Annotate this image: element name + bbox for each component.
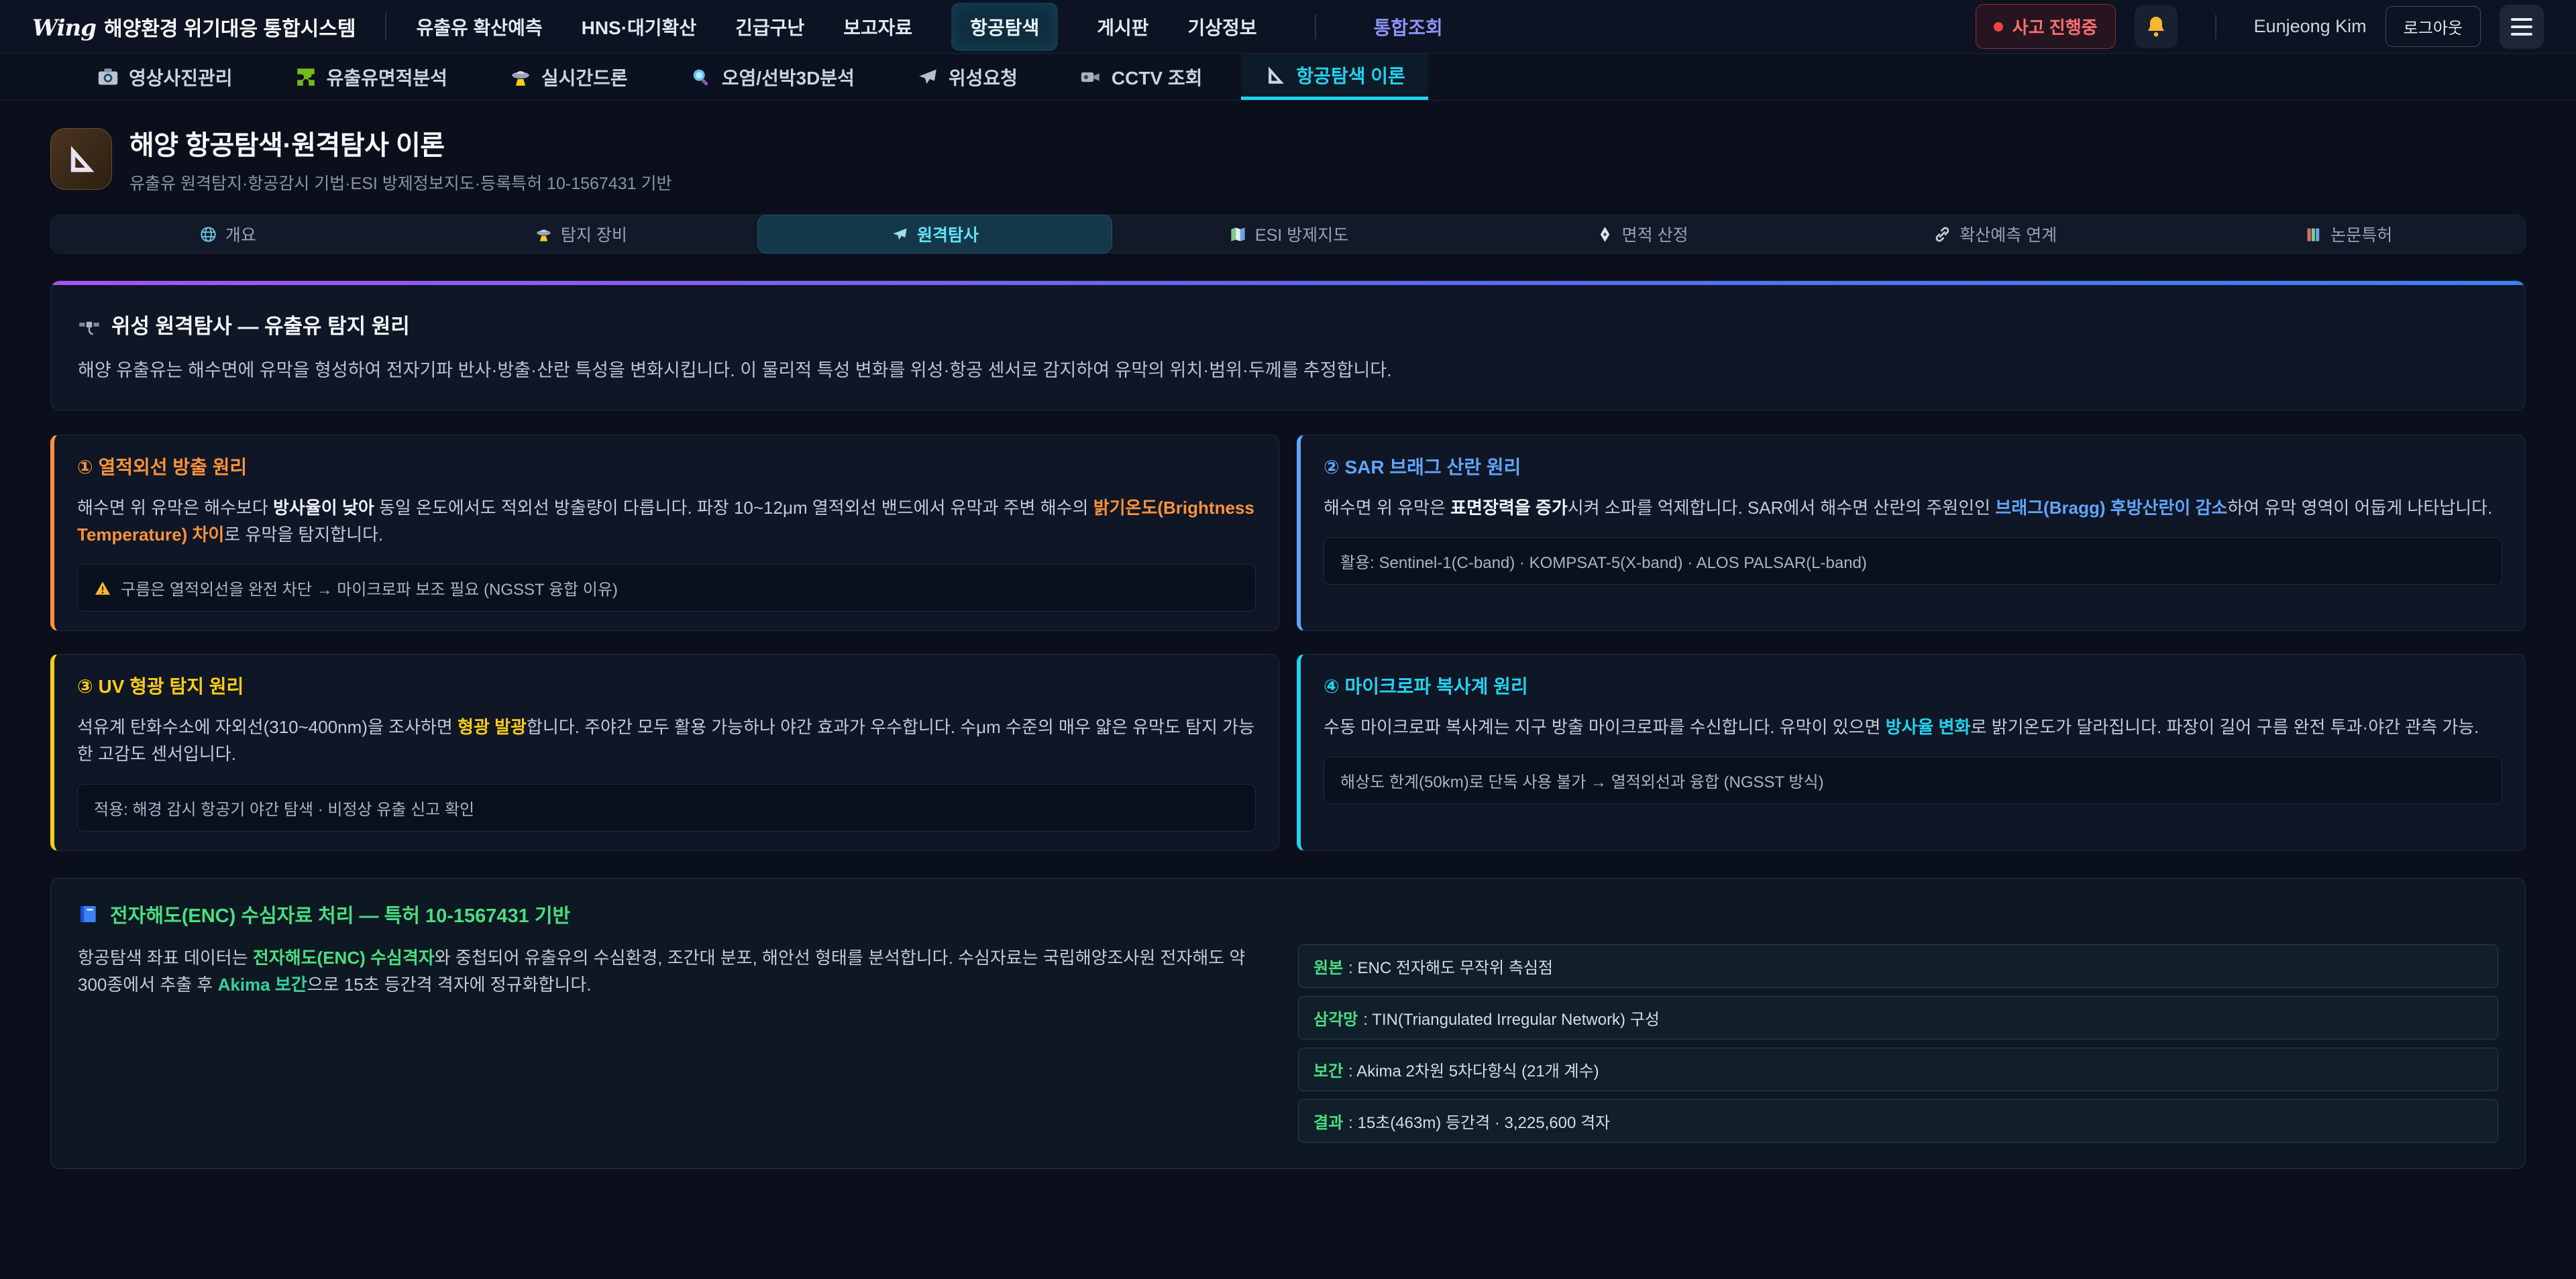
theory-tabs: 개요 탐지 장비 원격탐사 ESI 방제지도 면적 산정 확산예측 연계 논문특… — [50, 215, 2526, 254]
header-divider — [385, 13, 386, 41]
card-body: 해수면 위 유막은 표면장력을 증가시켜 소파를 억제합니다. SAR에서 해수… — [1324, 494, 2502, 521]
main-nav: 유출유 확산예측 HNS·대기확산 긴급구난 보고자료 항공탐색 게시판 기상정… — [416, 3, 1442, 51]
card-body: 석유계 탄화수소에 자외선(310~400nm)을 조사하면 형광 발광합니다.… — [77, 714, 1256, 768]
nav-item-integrated-search[interactable]: 통합조회 — [1374, 13, 1443, 40]
book-icon — [78, 903, 99, 925]
incident-badge-label: 사고 진행중 — [2012, 14, 2098, 39]
user-name: Eunjeong Kim — [2254, 16, 2367, 37]
card-body: 수동 마이크로파 복사계는 지구 방출 마이크로파를 수신합니다. 유막이 있으… — [1324, 714, 2502, 740]
notifications-button[interactable] — [2135, 5, 2178, 48]
enc-step-source: 원본: ENC 전자해도 무작위 측심점 — [1298, 944, 2498, 988]
card-note: 적용: 해경 감시 항공기 야간 탐색 · 비정상 유출 신고 확인 — [77, 784, 1256, 832]
card-body: 해수면 위 유막은 해수보다 방사율이 낮아 동일 온도에서도 적외선 방출량이… — [77, 494, 1256, 549]
enc-title-row: 전자해도(ENC) 수심자료 처리 — 특허 10-1567431 기반 — [78, 900, 2498, 928]
page-title-icon-box — [50, 128, 112, 190]
menu-button[interactable] — [2500, 5, 2544, 49]
principle-cards: ① 열적외선 방출 원리 해수면 위 유막은 해수보다 방사율이 낮아 동일 온… — [50, 435, 2526, 851]
nav-item-weather[interactable]: 기상정보 — [1188, 13, 1257, 40]
set-square-icon — [1264, 64, 1287, 87]
subnav-item-aerial-theory[interactable]: 항공탐색 이론 — [1241, 54, 1428, 100]
card-microwave-radiometer: ④ 마이크로파 복사계 원리 수동 마이크로파 복사계는 지구 방출 마이크로파… — [1297, 654, 2526, 851]
enc-description: 항공탐색 좌표 데이터는 전자해도(ENC) 수심격자와 중첩되어 유출유의 수… — [78, 944, 1278, 999]
magnifier-icon — [690, 66, 712, 89]
section-description: 해양 유출유는 해수면에 유막을 형성하여 전자기파 반사·방출·산란 특성을 … — [78, 357, 2498, 384]
header-divider-2 — [2215, 15, 2216, 39]
card-note: 활용: Sentinel-1(C-band) · KOMPSAT-5(X-ban… — [1324, 537, 2502, 585]
camera-icon — [97, 66, 119, 89]
enc-steps-list: 원본: ENC 전자해도 무작위 측심점 삼각망: TIN(Triangulat… — [1298, 944, 2498, 1143]
tab-remote-sensing[interactable]: 원격탐사 — [757, 215, 1112, 254]
pen-icon — [1596, 225, 1614, 243]
card-title: ② SAR 브래그 산란 원리 — [1324, 453, 2502, 480]
tab-papers-patents[interactable]: 논문특허 — [2171, 215, 2525, 253]
card-thermal-infrared: ① 열적외선 방출 원리 해수면 위 유막은 해수보다 방사율이 낮아 동일 온… — [50, 435, 1279, 632]
plane-icon — [916, 66, 939, 89]
tab-esi-map[interactable]: ESI 방제지도 — [1112, 215, 1466, 253]
subnav-item-satellite-request[interactable]: 위성요청 — [894, 54, 1040, 100]
subnav-item-oil-area-analysis[interactable]: 유출유면적분석 — [272, 54, 470, 100]
incident-dot-icon — [1994, 22, 2003, 32]
nav-item-rescue[interactable]: 긴급구난 — [735, 13, 804, 40]
subnav-item-cctv[interactable]: CCTV 조회 — [1057, 54, 1226, 100]
ufo-icon — [535, 225, 553, 243]
section-gradient-bar — [51, 281, 2525, 285]
nav-item-hns[interactable]: HNS·대기확산 — [582, 13, 696, 40]
tab-detection-equipment[interactable]: 탐지 장비 — [405, 215, 758, 253]
enc-step-result: 결과: 15초(463m) 등간격 · 3,225,600 격자 — [1298, 1099, 2498, 1143]
card-sar-bragg: ② SAR 브래그 산란 원리 해수면 위 유막은 표면장력을 증가시켜 소파를… — [1297, 435, 2526, 632]
satellite-icon — [78, 313, 101, 336]
logout-button[interactable]: 로그아웃 — [2385, 6, 2481, 47]
card-title: ③ UV 형광 탐지 원리 — [77, 672, 1256, 699]
page-content: 해양 항공탐색·원격탐사 이론 유출유 원격탐지·항공감시 기법·ESI 방제정… — [0, 101, 2576, 1169]
hamburger-icon — [2511, 18, 2532, 21]
sub-nav: 영상사진관리 유출유면적분석 실시간드론 오염/선박3D분석 위성요청 CCTV… — [0, 54, 2576, 101]
tab-overview[interactable]: 개요 — [51, 215, 405, 253]
app-logo: Wing 해양환경 위기대응 통합시스템 — [32, 12, 356, 42]
puzzle-icon — [294, 66, 317, 89]
incident-status-badge: 사고 진행중 — [1976, 4, 2116, 49]
card-title: ① 열적외선 방출 원리 — [77, 453, 1256, 480]
enc-step-tin: 삼각망: TIN(Triangulated Irregular Network)… — [1298, 996, 2498, 1040]
tab-diffusion-link[interactable]: 확산예측 연계 — [1819, 215, 2172, 253]
subnav-item-photo-management[interactable]: 영상사진관리 — [74, 54, 256, 100]
subnav-item-realtime-drone[interactable]: 실시간드론 — [486, 54, 651, 100]
tab-area-calculation[interactable]: 면적 산정 — [1465, 215, 1819, 253]
nav-item-oil-spread[interactable]: 유출유 확산예측 — [416, 13, 542, 40]
link-icon — [1933, 225, 1951, 243]
globe-icon — [199, 225, 217, 243]
card-note: 해상도 한계(50km)로 단독 사용 불가 → 열적외선과 융합 (NGSST… — [1324, 757, 2502, 804]
header-right-controls: 사고 진행중 Eunjeong Kim 로그아웃 — [1976, 4, 2544, 49]
remote-sensing-section: 위성 원격탐사 — 유출유 탐지 원리 해양 유출유는 해수면에 유막을 형성하… — [50, 280, 2526, 410]
plane-icon — [891, 225, 909, 243]
set-square-icon — [64, 142, 99, 176]
page-subtitle: 유출유 원격탐지·항공감시 기법·ESI 방제정보지도·등록특허 10-1567… — [129, 170, 672, 194]
card-title: ④ 마이크로파 복사계 원리 — [1324, 672, 2502, 699]
enc-step-interpolation: 보간: Akima 2차원 5차다항식 (21개 계수) — [1298, 1048, 2498, 1091]
nav-item-board[interactable]: 게시판 — [1097, 13, 1148, 40]
warning-icon — [94, 579, 111, 597]
section-title-row: 위성 원격탐사 — 유출유 탐지 원리 — [78, 309, 2498, 339]
nav-item-aerial-search[interactable]: 항공탐색 — [951, 3, 1058, 51]
section-title: 위성 원격탐사 — 유출유 탐지 원리 — [111, 309, 410, 339]
app-header: Wing 해양환경 위기대응 통합시스템 유출유 확산예측 HNS·대기확산 긴… — [0, 0, 2576, 54]
enc-title: 전자해도(ENC) 수심자료 처리 — 특허 10-1567431 기반 — [110, 900, 570, 928]
logo-wing-mark: Wing — [32, 15, 96, 42]
subnav-item-pollution-3d[interactable]: 오염/선박3D분석 — [667, 54, 877, 100]
map-icon — [1229, 225, 1247, 243]
app-title: 해양환경 위기대응 통합시스템 — [104, 12, 356, 42]
enc-section: 전자해도(ENC) 수심자료 처리 — 특허 10-1567431 기반 항공탐… — [50, 878, 2526, 1169]
page-header: 해양 항공탐색·원격탐사 이론 유출유 원격탐지·항공감시 기법·ESI 방제정… — [50, 123, 2526, 194]
card-note: 구름은 열적외선을 완전 차단 → 마이크로파 보조 필요 (NGSST 융합 … — [77, 564, 1256, 612]
nav-divider — [1315, 15, 1316, 39]
nav-item-reports[interactable]: 보고자료 — [843, 13, 912, 40]
card-uv-fluorescence: ③ UV 형광 탐지 원리 석유계 탄화수소에 자외선(310~400nm)을 … — [50, 654, 1279, 851]
page-title: 해양 항공탐색·원격탐사 이론 — [129, 123, 672, 162]
bell-icon — [2144, 15, 2168, 39]
cctv-icon — [1079, 66, 1102, 89]
ufo-icon — [509, 66, 532, 89]
books-icon — [2304, 225, 2322, 243]
